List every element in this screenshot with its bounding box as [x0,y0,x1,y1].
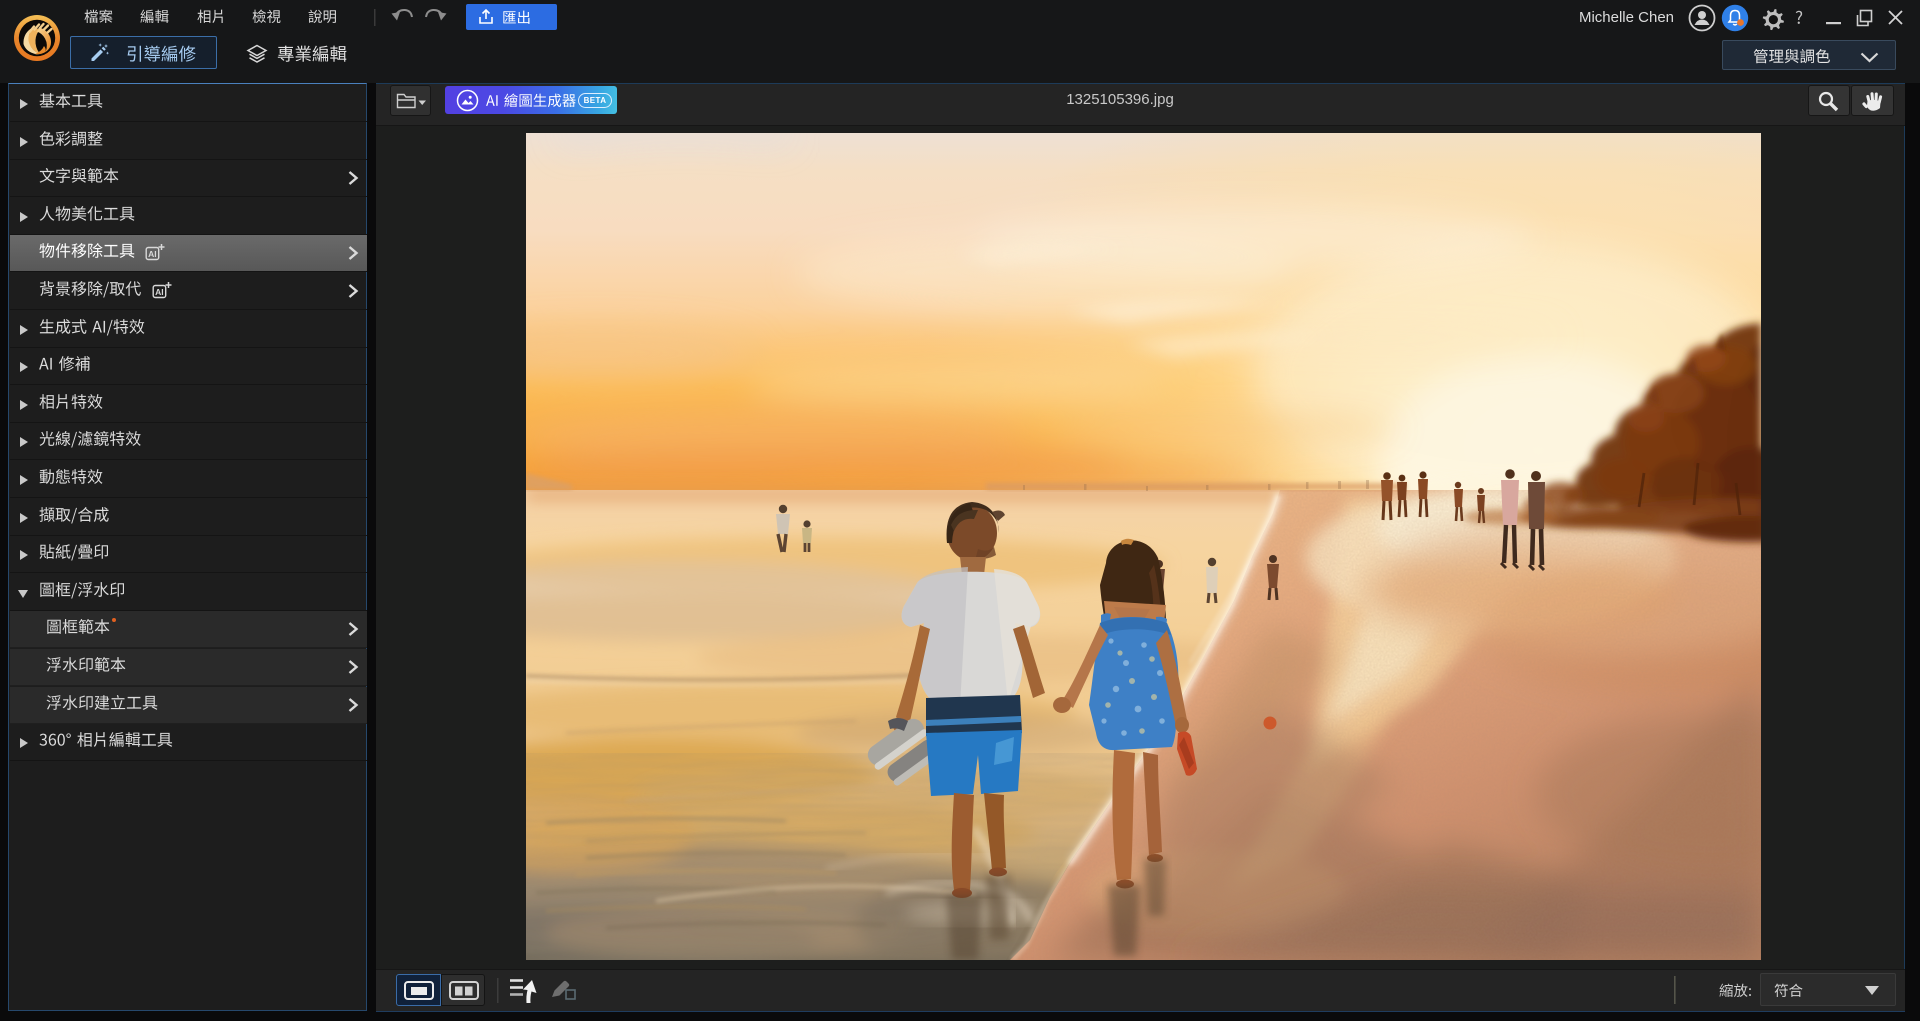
svg-text:AI: AI [148,249,157,259]
svg-text:AI: AI [155,287,164,297]
